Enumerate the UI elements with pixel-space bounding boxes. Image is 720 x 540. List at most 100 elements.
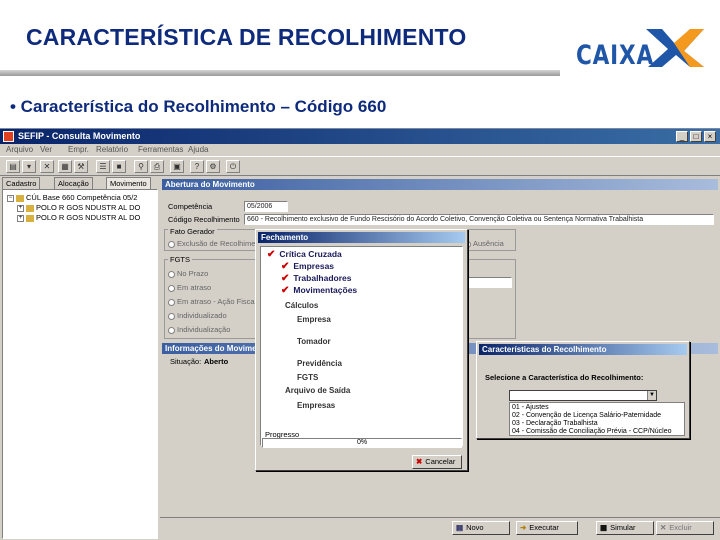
tree-item[interactable]: − CÚL Base 660 Competência 05/2 <box>7 193 137 203</box>
fgts-radio-individualizado[interactable]: Individualizado <box>168 311 227 320</box>
fgts-radio-em-atraso[interactable]: Em atraso <box>168 283 211 292</box>
menu-ferramentas[interactable]: Ferramentas <box>138 145 183 154</box>
window-titlebar: SEFIP - Consulta Movimento _ □ × <box>0 129 720 144</box>
section-abertura: Abertura do Movimento <box>162 179 718 190</box>
fechamento-title: Fechamento <box>258 232 465 243</box>
fgts-radio-no-prazo[interactable]: No Prazo <box>168 269 208 278</box>
settings-icon[interactable]: ⚙ <box>206 160 220 173</box>
calculator-icon[interactable]: ▦ <box>58 160 72 173</box>
tree-item[interactable]: + POLO R GOS NDUSTR AL DO <box>17 203 140 213</box>
option-item[interactable]: 04 - Comissão de Conciliação Prévia - CC… <box>512 428 672 435</box>
exit-icon[interactable]: ⏻ <box>226 160 240 173</box>
caracteristica-select[interactable]: ▼ <box>509 390 657 401</box>
progress-bar: 0% <box>262 438 462 448</box>
step-empresa: Empresa <box>297 315 331 324</box>
menu-ver[interactable]: Ver <box>40 145 52 154</box>
option-item[interactable]: 02 - Convenção de Licença Salário-Patern… <box>512 412 661 419</box>
grid-icon[interactable]: ■ <box>112 160 126 173</box>
step-tomador: Tomador <box>297 337 331 346</box>
step-previdencia: Previdência <box>297 359 342 368</box>
chevron-down-icon[interactable]: ▼ <box>647 391 656 400</box>
simulate-icon: ▦ <box>600 523 608 532</box>
caixa-logo-text: CAIXA <box>576 40 654 71</box>
window-title: SEFIP - Consulta Movimento <box>18 131 141 141</box>
report-icon[interactable]: ▣ <box>170 160 184 173</box>
print-icon[interactable]: ⎙ <box>150 160 164 173</box>
caracteristicas-title: Características do Recolhimento <box>479 344 687 355</box>
menu-relatorio[interactable]: Relatório <box>96 145 128 154</box>
menu-bar: Arquivo Ver Empr. Relatório Ferramentas … <box>0 144 720 156</box>
step-calculos: Cálculos <box>285 301 319 310</box>
fgts-radio-individualizacao[interactable]: Individualização <box>168 325 230 334</box>
folder-icon <box>16 194 24 202</box>
fato-gerador-label: Fato Gerador <box>168 227 217 236</box>
step-trabalhadores: ✔ Trabalhadores <box>281 273 352 284</box>
new-icon: ▤ <box>456 523 464 532</box>
codigo-recolhimento-field[interactable]: 660 - Recolhimento exclusivo de Fundo Re… <box>244 214 714 225</box>
collapse-icon[interactable]: − <box>7 194 14 202</box>
tools-icon[interactable]: ⚒ <box>74 160 88 173</box>
delete-icon: ✕ <box>660 523 667 532</box>
minimize-button[interactable]: _ <box>676 131 688 142</box>
fato-gerador-radio[interactable]: Exclusão de Recolhimento <box>168 239 266 248</box>
slide-title: CARACTERÍSTICA DE RECOLHIMENTO <box>26 24 467 50</box>
help-icon[interactable]: ? <box>190 160 204 173</box>
expand-icon[interactable]: + <box>17 214 24 222</box>
step-empresas: ✔ Empresas <box>281 261 335 272</box>
tab-alocacao[interactable]: Alocação <box>54 177 93 189</box>
tab-movimento[interactable]: Movimento <box>106 177 151 189</box>
simular-button[interactable]: ▦ Simular <box>596 521 654 535</box>
step-critica-cruzada: ✔ Crítica Cruzada <box>267 249 342 260</box>
excluir-button[interactable]: ✕ Excluir <box>656 521 714 535</box>
close-button[interactable]: × <box>704 131 716 142</box>
fgts-label: FGTS <box>168 255 192 264</box>
competencia-field[interactable]: 05/2006 <box>244 201 288 212</box>
maximize-button[interactable]: □ <box>690 131 702 142</box>
folder-icon <box>26 214 34 222</box>
check-icon: ✔ <box>267 249 276 260</box>
competencia-label: Competência <box>168 202 213 211</box>
option-item[interactable]: 03 - Declaração Trabalhista <box>512 420 598 427</box>
option-item[interactable]: 01 - Ajustes <box>512 404 549 411</box>
bullet-text: • Característica do Recolhimento – Códig… <box>10 97 387 116</box>
tab-cadastro[interactable]: Cadastro <box>2 177 41 189</box>
codigo-label: Código Recolhimento <box>168 215 240 224</box>
fechamento-steps: ✔ Crítica Cruzada ✔ Empresas ✔ Trabalhadore… <box>260 246 463 446</box>
step-arquivo-empresas: Empresas <box>297 401 336 410</box>
caracteristica-options: 01 - Ajustes 02 - Convenção de Licença S… <box>509 402 685 436</box>
check-icon: ✔ <box>281 285 290 296</box>
menu-empr[interactable]: Empr. <box>68 145 89 154</box>
situacao-value: Aberto <box>204 357 229 366</box>
step-fgts: FGTS <box>297 373 319 382</box>
tree-view: − CÚL Base 660 Competência 05/2 + POLO R G… <box>2 189 158 539</box>
execute-icon: ➜ <box>520 523 527 532</box>
list-icon[interactable]: ☰ <box>96 160 110 173</box>
fgts-date-field[interactable] <box>468 277 512 288</box>
new-file-icon[interactable]: ▤ <box>6 160 20 173</box>
executar-button[interactable]: ➜ Executar <box>516 521 578 535</box>
binoculars-icon[interactable]: ⚲ <box>134 160 148 173</box>
caixa-x-logo-icon <box>646 29 704 67</box>
delete-icon[interactable]: ✕ <box>40 160 54 173</box>
fgts-radio-acao-fiscal[interactable]: Em atraso - Ação Fiscal <box>168 297 256 306</box>
step-movimentacoes: ✔ Movimentações <box>281 285 358 296</box>
expand-icon[interactable]: + <box>17 204 24 212</box>
app-icon <box>3 131 14 142</box>
bottom-button-bar: ▤ Novo ➜ Executar ▦ Simular ✕ Excluir <box>160 517 720 539</box>
left-tabs: Cadastro Alocação Movimento <box>2 177 158 189</box>
tree-item[interactable]: + POLO R GOS NDUSTR AL DO <box>17 213 140 223</box>
check-icon: ✔ <box>281 261 290 272</box>
caracteristicas-dialog: Características do Recolhimento Selecion… <box>476 341 690 439</box>
menu-arquivo[interactable]: Arquivo <box>6 145 33 154</box>
dropdown-icon[interactable]: ▾ <box>22 160 36 173</box>
fechamento-dialog: Fechamento ✔ Crítica Cruzada ✔ Empresas ✔ T… <box>255 229 468 471</box>
menu-ajuda[interactable]: Ajuda <box>188 145 208 154</box>
caracteristicas-prompt: Selecione a Característica do Recolhimen… <box>485 373 644 382</box>
cancel-button[interactable]: ✖ Cancelar <box>412 455 462 469</box>
situacao-label: Situação: <box>170 357 202 366</box>
step-arquivo-saida: Arquivo de Saída <box>285 386 351 395</box>
title-rule <box>0 70 560 76</box>
novo-button[interactable]: ▤ Novo <box>452 521 510 535</box>
ausencia-radio[interactable]: Ausência <box>464 239 504 248</box>
sefip-window: SEFIP - Consulta Movimento _ □ × Arquivo… <box>0 128 720 540</box>
